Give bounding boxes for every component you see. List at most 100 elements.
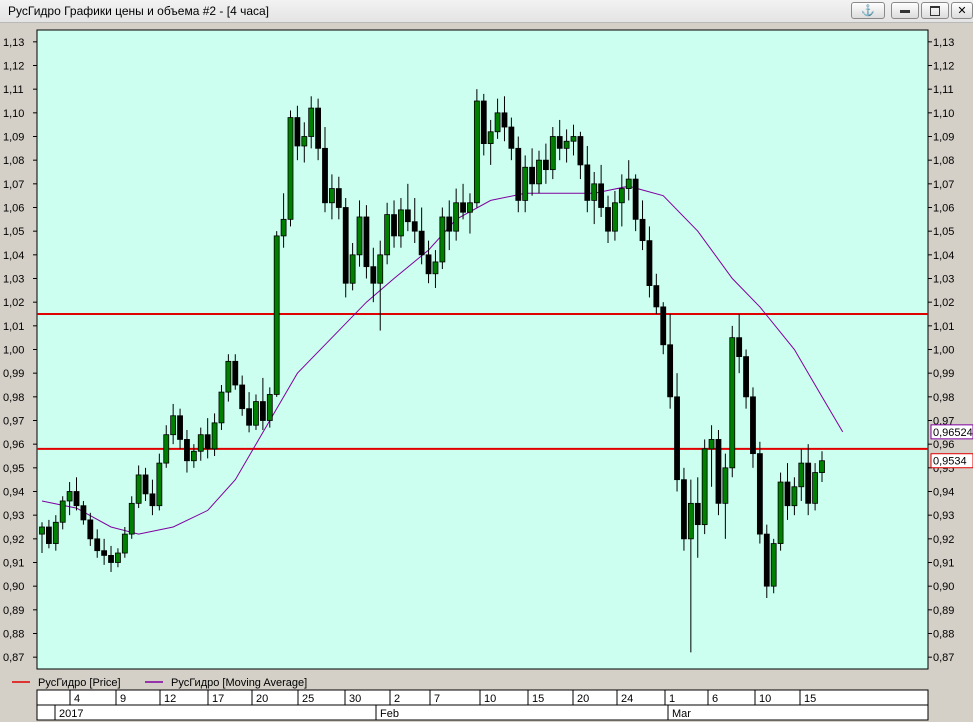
candle-body (473, 100, 480, 204)
y-tick-label-right: 1,11 (933, 84, 954, 96)
y-tick-label-right: 0,90 (933, 581, 954, 593)
candle (273, 231, 280, 397)
candle-body (425, 254, 432, 275)
x-day-tick-label: 20 (256, 693, 268, 705)
candle-body (729, 337, 736, 469)
candle (756, 441, 763, 544)
y-tick-label-left: 0,95 (3, 463, 24, 475)
candle-body (819, 460, 825, 473)
candle-body (142, 474, 149, 495)
y-tick-label-left: 1,09 (3, 132, 24, 144)
y-tick-label-right: 1,03 (933, 274, 954, 286)
candle-body (259, 401, 266, 421)
y-tick-label-left: 1,13 (3, 37, 24, 49)
x-month-label: Feb (380, 708, 399, 720)
candle-body (128, 502, 135, 535)
x-day-tick-label: 20 (577, 693, 589, 705)
y-tick-label-right: 1,08 (933, 155, 954, 167)
candle-body (335, 188, 342, 208)
candle-body (805, 462, 812, 504)
y-tick-label-left: 0,96 (3, 439, 24, 451)
close-button[interactable]: ✕ (951, 2, 973, 19)
candle-body (694, 502, 701, 526)
candle-body (612, 202, 618, 232)
candle-body (239, 384, 246, 410)
candle-body (273, 235, 280, 395)
y-tick-label-right: 0,93 (933, 510, 954, 522)
candle-body (625, 178, 632, 189)
anchor-button[interactable]: ⚓ (851, 2, 885, 19)
y-tick-label-right: 1,12 (933, 61, 954, 73)
y-tick-label-right: 1,10 (933, 108, 954, 120)
candle-body (487, 131, 494, 145)
candle-body (108, 555, 114, 563)
candle-body (715, 439, 722, 504)
candle-body (522, 166, 529, 201)
candle-body (722, 467, 729, 504)
legend: РусГидро [Price] РусГидро [Moving Averag… (12, 677, 307, 689)
y-tick-label-left: 0,93 (3, 510, 24, 522)
y-tick-label-right: 0,94 (933, 487, 954, 499)
y-tick-label-left: 1,00 (3, 345, 24, 357)
candle-body (391, 214, 397, 237)
candle (218, 385, 225, 430)
candle-body (536, 159, 542, 185)
candle-body (632, 178, 639, 220)
candle-body (687, 502, 694, 540)
candle-body (66, 491, 73, 502)
x-day-tick-label: 6 (712, 693, 718, 705)
y-tick-label-left: 1,03 (3, 274, 24, 286)
y-tick-label-right: 1,13 (933, 37, 954, 49)
candle-body (736, 337, 743, 357)
x-day-tick-label: 30 (349, 693, 361, 705)
candle-body (639, 218, 646, 242)
candle-body (770, 543, 777, 587)
y-tick-label-left: 1,08 (3, 155, 24, 167)
candle-body (605, 207, 611, 232)
x-day-tick-label: 15 (804, 693, 816, 705)
y-tick-label-right: 0,88 (933, 629, 954, 641)
candle-body (549, 136, 556, 171)
y-tick-label-right: 1,02 (933, 297, 954, 309)
minimize-button[interactable] (891, 2, 919, 19)
y-tick-label-left: 1,12 (3, 61, 24, 73)
restore-button[interactable] (921, 2, 949, 19)
candle-body (197, 434, 204, 452)
x-axis-month-row (36, 704, 929, 721)
candle-body (121, 533, 128, 554)
candle-body (750, 396, 756, 455)
price-last-value-badge: 0,9534 (933, 456, 967, 468)
candle-body (46, 526, 52, 544)
y-tick-label-right: 0,91 (933, 558, 954, 570)
y-tick-label-right: 1,00 (933, 345, 954, 357)
y-tick-label-left: 0,87 (3, 652, 24, 664)
candle-body (480, 100, 487, 144)
candle-body (246, 408, 252, 426)
candle-body (156, 462, 163, 507)
candle-body (80, 505, 87, 521)
y-tick-label-right: 1,01 (933, 321, 954, 333)
x-day-tick-label: 17 (212, 693, 224, 705)
candle (439, 207, 446, 270)
y-tick-label-left: 0,91 (3, 558, 24, 570)
candle (729, 325, 736, 478)
candle-body (467, 202, 473, 213)
candle-body (266, 394, 273, 421)
candle-body (529, 166, 535, 185)
candle-body (184, 439, 190, 462)
window-titlebar: РусГидро Графики цены и объема #2 - [4 ч… (0, 0, 973, 23)
x-axis: 4 9 12 17 20 25 30 2 7 10 15 20 24 1 6 10 15 2017 Feb Mar (36, 689, 929, 721)
candle-body (59, 500, 66, 523)
x-day-tick-label: 15 (532, 693, 544, 705)
ma-last-value-badge: 0,96524 (933, 427, 973, 439)
y-tick-label-right: 1,04 (933, 250, 954, 262)
candle-body (280, 218, 287, 237)
y-tick-label-right: 0,98 (933, 392, 954, 404)
candle-body (501, 112, 508, 128)
y-tick-label-right: 0,99 (933, 368, 954, 380)
candle-body (777, 481, 784, 544)
y-tick-label-left: 0,92 (3, 534, 24, 546)
candle-body (225, 360, 232, 393)
candle-body (460, 202, 466, 213)
x-day-tick-label: 10 (759, 693, 771, 705)
